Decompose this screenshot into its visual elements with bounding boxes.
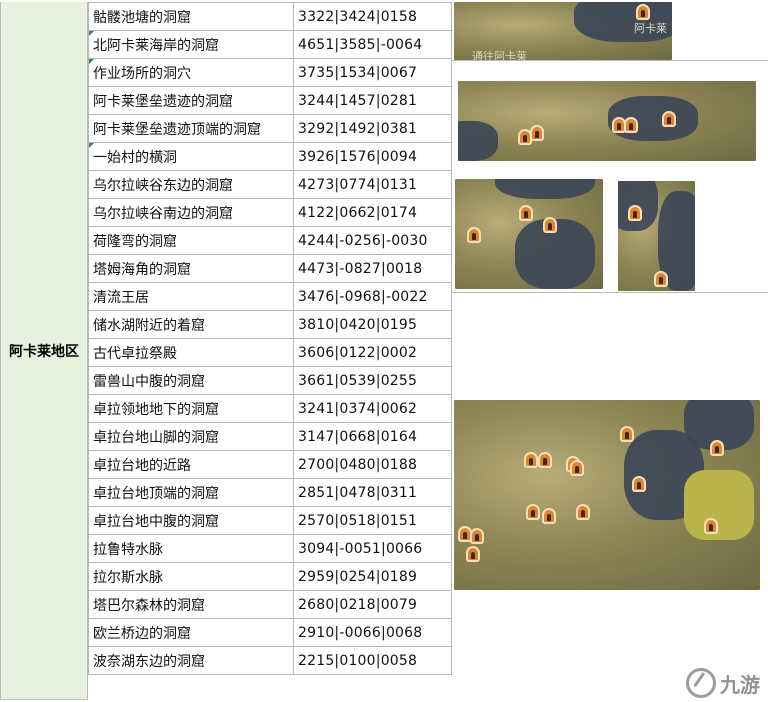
table-row: 荷隆弯的洞窟 4244|-0256|-0030: [88, 226, 452, 255]
table-row: 作业场所的洞穴 3735|1534|0067: [88, 58, 452, 87]
table-row: 阿卡莱堡垒遗迹顶端的洞窟 3292|1492|0381: [88, 114, 452, 143]
cave-name-cell[interactable]: 欧兰桥边的洞窟: [88, 618, 294, 647]
coordinate-cell[interactable]: 3147|0668|0164: [293, 422, 452, 451]
cave-name-cell[interactable]: 卓拉台地顶端的洞窟: [88, 478, 294, 507]
coordinate-cell[interactable]: 3606|0122|0002: [293, 338, 452, 367]
coordinate-cell[interactable]: 4651|3585|-0064: [293, 30, 452, 59]
cave-name-cell[interactable]: 乌尔拉峡谷东边的洞窟: [88, 170, 294, 199]
cave-name-cell[interactable]: 储水湖附近的着窟: [88, 310, 294, 339]
coordinate-cell[interactable]: 4244|-0256|-0030: [293, 226, 452, 255]
cave-name-cell[interactable]: 北阿卡莱海岸的洞窟: [88, 30, 294, 59]
coordinate-cell[interactable]: 4122|0662|0174: [293, 198, 452, 227]
row-divider: [452, 292, 768, 293]
table-row: 乌尔拉峡谷南边的洞窟 4122|0662|0174: [88, 198, 452, 227]
coordinate-cell[interactable]: 3926|1576|0094: [293, 142, 452, 171]
cave-name-cell[interactable]: 塔姆海角的洞窟: [88, 254, 294, 283]
jiuyou-logo-icon: [686, 668, 716, 698]
coordinate-cell[interactable]: 3661|0539|0255: [293, 366, 452, 395]
coordinate-cell[interactable]: 2700|0480|0188: [293, 450, 452, 479]
map-image-5[interactable]: [454, 400, 760, 590]
map-image-4[interactable]: [618, 181, 695, 291]
coordinate-cell[interactable]: 3810|0420|0195: [293, 310, 452, 339]
coordinate-cell[interactable]: 2959|0254|0189: [293, 562, 452, 591]
cave-name-cell[interactable]: 阿卡莱堡垒遗迹顶端的洞窟: [88, 114, 294, 143]
coordinate-cell[interactable]: 2680|0218|0079: [293, 590, 452, 619]
coordinate-cell[interactable]: 4273|0774|0131: [293, 170, 452, 199]
coordinate-cell[interactable]: 3241|0374|0062: [293, 394, 452, 423]
coordinate-cell[interactable]: 4473|-0827|0018: [293, 254, 452, 283]
cave-name-cell[interactable]: 乌尔拉峡谷南边的洞窟: [88, 198, 294, 227]
cave-name-cell[interactable]: 骷髅池塘的洞窟: [88, 2, 294, 31]
map-image-3[interactable]: [455, 179, 603, 289]
coordinate-cell[interactable]: 3476|-0968|-0022: [293, 282, 452, 311]
table-row: 乌尔拉峡谷东边的洞窟 4273|0774|0131: [88, 170, 452, 199]
table-row: 清流王居 3476|-0968|-0022: [88, 282, 452, 311]
coordinate-cell[interactable]: 3322|3424|0158: [293, 2, 452, 31]
coordinate-cell[interactable]: 3735|1534|0067: [293, 58, 452, 87]
cave-name-cell[interactable]: 清流王居: [88, 282, 294, 311]
cave-name-cell[interactable]: 卓拉台地的近路: [88, 450, 294, 479]
row-divider: [452, 60, 768, 61]
table-row: 卓拉台地顶端的洞窟 2851|0478|0311: [88, 478, 452, 507]
cave-name-cell[interactable]: 卓拉台地中腹的洞窟: [88, 506, 294, 535]
cave-name-cell[interactable]: 卓拉领地地下的洞窟: [88, 394, 294, 423]
cave-name-cell[interactable]: 雷兽山中腹的洞窟: [88, 366, 294, 395]
table-row: 卓拉台地山脚的洞窟 3147|0668|0164: [88, 422, 452, 451]
map-image-2[interactable]: [458, 81, 756, 161]
table-row: 阿卡莱堡垒遗迹的洞窟 3244|1457|0281: [88, 86, 452, 115]
map-images-column: 阿卡莱 通往阿卡莱: [452, 2, 768, 700]
table-row: 塔巴尔森林的洞窟 2680|0218|0079: [88, 590, 452, 619]
cave-name-cell[interactable]: 卓拉台地山脚的洞窟: [88, 422, 294, 451]
table-row: 波奈湖东边的洞窟 2215|0100|0058: [88, 646, 452, 675]
table-row: 雷兽山中腹的洞窟 3661|0539|0255: [88, 366, 452, 395]
green-zone-shape: [684, 470, 754, 540]
table-row: 古代卓拉祭殿 3606|0122|0002: [88, 338, 452, 367]
table-row: 塔姆海角的洞窟 4473|-0827|0018: [88, 254, 452, 283]
cave-name-cell[interactable]: 作业场所的洞穴: [88, 58, 294, 87]
spreadsheet: 阿卡莱地区 骷髅池塘的洞窟 3322|3424|0158 北阿卡莱海岸的洞窟 465…: [0, 0, 768, 702]
cave-name-cell[interactable]: 一始村的横洞: [88, 142, 294, 171]
cave-name-cell[interactable]: 塔巴尔森林的洞窟: [88, 590, 294, 619]
cave-name-cell[interactable]: 拉鲁特水脉: [88, 534, 294, 563]
coordinate-cell[interactable]: 3094|-0051|0066: [293, 534, 452, 563]
map-image-1[interactable]: 阿卡莱 通往阿卡莱: [454, 2, 672, 60]
coordinate-cell[interactable]: 3292|1492|0381: [293, 114, 452, 143]
table-row: 北阿卡莱海岸的洞窟 4651|3585|-0064: [88, 30, 452, 59]
cave-name-cell[interactable]: 波奈湖东边的洞窟: [88, 646, 294, 675]
table-row: 储水湖附近的着窟 3810|0420|0195: [88, 310, 452, 339]
map-label-akkala: 阿卡莱: [634, 22, 667, 35]
watermark: 九游: [686, 668, 760, 698]
coordinate-cell[interactable]: 2215|0100|0058: [293, 646, 452, 675]
table-row: 拉鲁特水脉 3094|-0051|0066: [88, 534, 452, 563]
cave-name-cell[interactable]: 荷隆弯的洞窟: [88, 226, 294, 255]
region-label: 阿卡莱地区: [9, 343, 79, 360]
cave-table: 骷髅池塘的洞窟 3322|3424|0158 北阿卡莱海岸的洞窟 4651|3585…: [88, 2, 452, 675]
table-row: 卓拉台地的近路 2700|0480|0188: [88, 450, 452, 479]
cave-name-cell[interactable]: 阿卡莱堡垒遗迹的洞窟: [88, 86, 294, 115]
watermark-text: 九游: [720, 672, 760, 697]
table-row: 一始村的横洞 3926|1576|0094: [88, 142, 452, 171]
coordinate-cell[interactable]: 2851|0478|0311: [293, 478, 452, 507]
table-row: 卓拉领地地下的洞窟 3241|0374|0062: [88, 394, 452, 423]
table-row: 卓拉台地中腹的洞窟 2570|0518|0151: [88, 506, 452, 535]
map-label-to-akkala: 通往阿卡莱: [472, 50, 527, 60]
region-cell[interactable]: 阿卡莱地区: [0, 2, 88, 700]
cave-name-cell[interactable]: 拉尔斯水脉: [88, 562, 294, 591]
table-row: 欧兰桥边的洞窟 2910|-0066|0068: [88, 618, 452, 647]
table-row: 骷髅池塘的洞窟 3322|3424|0158: [88, 2, 452, 31]
coordinate-cell[interactable]: 3244|1457|0281: [293, 86, 452, 115]
coordinate-cell[interactable]: 2910|-0066|0068: [293, 618, 452, 647]
table-row: 拉尔斯水脉 2959|0254|0189: [88, 562, 452, 591]
cave-name-cell[interactable]: 古代卓拉祭殿: [88, 338, 294, 367]
coordinate-cell[interactable]: 2570|0518|0151: [293, 506, 452, 535]
